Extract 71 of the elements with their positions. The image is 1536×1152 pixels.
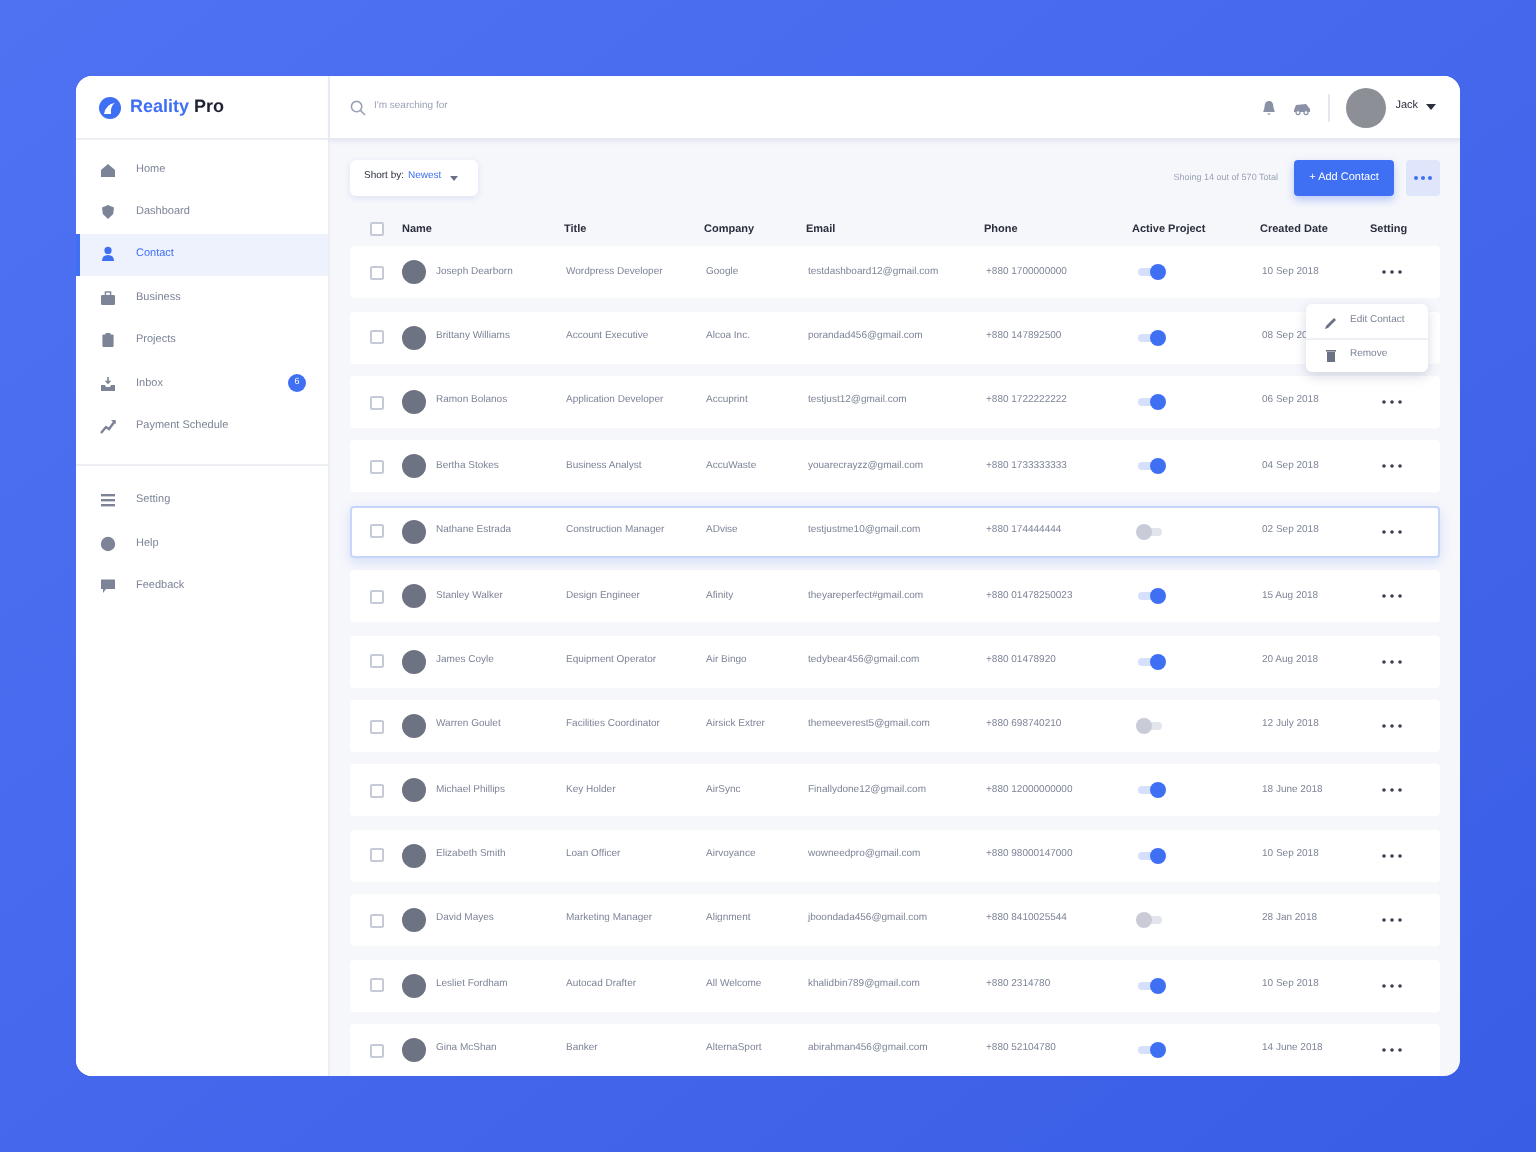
avatar-icon <box>402 843 426 868</box>
more-icon[interactable] <box>1382 270 1402 275</box>
toggle-switch[interactable] <box>1138 981 1162 990</box>
more-button[interactable] <box>1406 160 1440 196</box>
row-checkbox[interactable] <box>370 330 384 345</box>
car-icon[interactable] <box>1291 99 1312 115</box>
list-icon <box>100 492 116 509</box>
row-checkbox[interactable] <box>370 978 384 993</box>
toggle-switch[interactable] <box>1138 333 1162 342</box>
inbox-tray-icon <box>100 375 116 392</box>
row-checkbox[interactable] <box>370 783 384 798</box>
user-avatar[interactable] <box>1345 87 1386 127</box>
toggle-switch[interactable] <box>1138 398 1162 407</box>
more-icon[interactable] <box>1382 594 1402 599</box>
row-checkbox[interactable] <box>370 459 384 474</box>
avatar-icon <box>402 778 426 803</box>
more-icon[interactable] <box>1382 400 1402 405</box>
avatar-icon <box>402 649 426 674</box>
row-checkbox[interactable] <box>370 1043 384 1057</box>
bell-icon[interactable] <box>1261 99 1276 115</box>
row-checkbox[interactable] <box>370 265 384 280</box>
more-icon[interactable] <box>1382 464 1402 469</box>
avatar-icon <box>402 584 426 609</box>
more-icon[interactable] <box>1382 788 1402 793</box>
row-checkbox[interactable] <box>370 395 384 410</box>
toggle-switch[interactable] <box>1138 851 1162 860</box>
avatar-icon <box>402 325 426 350</box>
toggle-switch[interactable] <box>1138 722 1162 731</box>
more-icon[interactable] <box>1382 529 1402 534</box>
toggle-switch[interactable] <box>1138 916 1162 925</box>
person-icon <box>100 246 116 263</box>
avatar-icon <box>402 519 426 544</box>
toggle-switch[interactable] <box>1138 462 1162 471</box>
toggle-switch[interactable] <box>1138 268 1162 277</box>
toggle-switch[interactable] <box>1138 657 1162 666</box>
chart-arrow-icon <box>100 418 116 435</box>
shield-icon <box>100 204 116 221</box>
feedback-icon <box>100 578 116 595</box>
row-checkbox[interactable] <box>370 589 384 604</box>
pencil-icon <box>1324 315 1338 329</box>
toggle-switch[interactable] <box>1138 527 1162 536</box>
avatar-icon <box>402 908 426 933</box>
row-checkbox[interactable] <box>370 848 384 863</box>
more-icon[interactable] <box>1382 724 1402 729</box>
logo-icon <box>98 95 122 119</box>
toggle-switch[interactable] <box>1138 1046 1162 1054</box>
avatar-icon <box>402 454 426 479</box>
toggle-switch[interactable] <box>1138 786 1162 795</box>
avatar-icon <box>402 714 426 739</box>
row-checkbox[interactable] <box>370 913 384 928</box>
avatar-icon <box>402 973 426 998</box>
select-all-checkbox[interactable] <box>370 222 384 237</box>
avatar-icon <box>402 1038 426 1062</box>
caret-icon <box>449 175 458 181</box>
row-checkbox[interactable] <box>370 524 384 539</box>
row-checkbox[interactable] <box>370 719 384 734</box>
row-checkbox[interactable] <box>370 654 384 669</box>
more-icon[interactable] <box>1382 918 1402 923</box>
avatar-icon <box>402 260 426 285</box>
caret-icon[interactable] <box>1426 104 1436 110</box>
home-icon <box>100 161 116 178</box>
avatar-icon <box>402 390 426 415</box>
toggle-switch[interactable] <box>1138 592 1162 601</box>
more-icon[interactable] <box>1382 853 1402 858</box>
search-icon <box>350 99 366 115</box>
clipboard-icon <box>100 332 116 349</box>
more-icon[interactable] <box>1382 659 1402 664</box>
more-icon[interactable] <box>1382 983 1402 988</box>
brand-name: Reality Pro <box>130 93 225 120</box>
trash-icon <box>1324 348 1338 362</box>
briefcase-icon <box>100 289 116 306</box>
